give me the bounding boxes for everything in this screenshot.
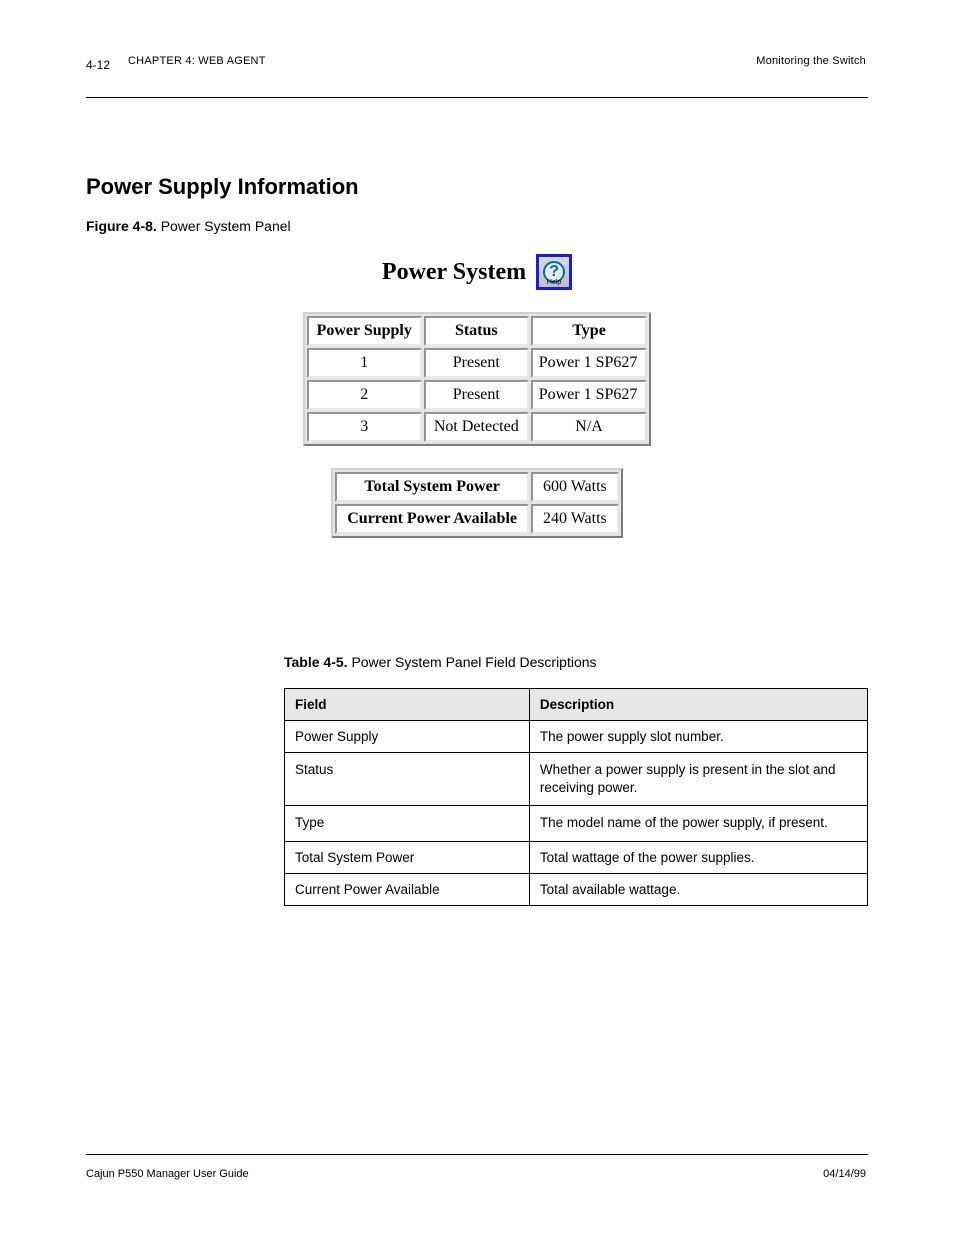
footer-rule xyxy=(86,1154,868,1155)
desc-desc-3: Total wattage of the power supplies. xyxy=(529,841,867,873)
table-row: 2 Present Power 1 SP627 xyxy=(307,380,648,410)
header-left-text: CHAPTER 4: WEB AGENT xyxy=(128,55,266,67)
ps-col-type: Type xyxy=(531,316,648,346)
table-row: Type The model name of the power supply,… xyxy=(285,806,868,841)
field-description-table: Field Description Power Supply The power… xyxy=(284,688,868,906)
table-row: Power Supply The power supply slot numbe… xyxy=(285,721,868,753)
avail-power-label: Current Power Available xyxy=(335,504,529,534)
section-title: Power Supply Information xyxy=(86,174,359,200)
table-row: Status Whether a power supply is present… xyxy=(285,753,868,806)
desc-field-1: Status xyxy=(285,753,530,806)
ps-col-status: Status xyxy=(424,316,529,346)
ps-type-2: Power 1 SP627 xyxy=(531,380,648,410)
table-row: Total System Power Total wattage of the … xyxy=(285,841,868,873)
footer-right-text: 04/14/99 xyxy=(823,1168,866,1180)
ps-status-2: Present xyxy=(424,380,529,410)
header-right-text: Monitoring the Switch xyxy=(756,55,866,67)
ps-supply-3: 3 xyxy=(307,412,422,442)
desc-table-label: Table 4-5. xyxy=(284,654,351,670)
ps-col-supply: Power Supply xyxy=(307,316,422,346)
page-root: 4-12 CHAPTER 4: WEB AGENT Monitoring the… xyxy=(0,0,954,1235)
summary-row: Total System Power 600 Watts xyxy=(335,472,619,502)
ps-table-header-row: Power Supply Status Type xyxy=(307,316,648,346)
ps-supply-1: 1 xyxy=(307,348,422,378)
panel-title: Power System xyxy=(382,259,526,286)
page-number-top: 4-12 xyxy=(86,58,110,72)
footer-left-text: Cajun P550 Manager User Guide xyxy=(86,1168,249,1180)
desc-header-row: Field Description xyxy=(285,689,868,721)
desc-col-field: Field xyxy=(285,689,530,721)
ps-supply-2: 2 xyxy=(307,380,422,410)
ps-type-1: Power 1 SP627 xyxy=(531,348,648,378)
desc-field-4: Current Power Available xyxy=(285,873,530,905)
desc-table-caption: Table 4-5. Power System Panel Field Desc… xyxy=(284,654,597,670)
ps-type-3: N/A xyxy=(531,412,648,442)
power-summary-table: Total System Power 600 Watts Current Pow… xyxy=(331,468,623,538)
figure-title: Power System Panel xyxy=(161,218,291,234)
desc-desc-2: The model name of the power supply, if p… xyxy=(529,806,867,841)
power-supply-table: Power Supply Status Type 1 Present Power… xyxy=(303,312,652,446)
avail-power-value: 240 Watts xyxy=(531,504,619,534)
ps-status-1: Present xyxy=(424,348,529,378)
figure-caption: Figure 4-8. Power System Panel xyxy=(86,218,291,234)
help-label: Help xyxy=(547,279,561,286)
desc-field-2: Type xyxy=(285,806,530,841)
desc-desc-4: Total available wattage. xyxy=(529,873,867,905)
figure-title-row: Power System ? Help xyxy=(382,254,572,290)
figure-label: Figure 4-8. xyxy=(86,218,161,234)
desc-desc-0: The power supply slot number. xyxy=(529,721,867,753)
desc-table-title: Power System Panel Field Descriptions xyxy=(351,654,596,670)
total-power-value: 600 Watts xyxy=(531,472,619,502)
help-button[interactable]: ? Help xyxy=(536,254,572,290)
desc-field-3: Total System Power xyxy=(285,841,530,873)
total-power-label: Total System Power xyxy=(335,472,529,502)
desc-desc-1: Whether a power supply is present in the… xyxy=(529,753,867,806)
summary-row: Current Power Available 240 Watts xyxy=(335,504,619,534)
desc-col-desc: Description xyxy=(529,689,867,721)
desc-field-0: Power Supply xyxy=(285,721,530,753)
table-row: Current Power Available Total available … xyxy=(285,873,868,905)
ps-status-3: Not Detected xyxy=(424,412,529,442)
header-rule xyxy=(86,97,868,98)
table-row: 3 Not Detected N/A xyxy=(307,412,648,442)
figure-block: Power System ? Help Power Supply Status … xyxy=(0,254,954,538)
table-row: 1 Present Power 1 SP627 xyxy=(307,348,648,378)
